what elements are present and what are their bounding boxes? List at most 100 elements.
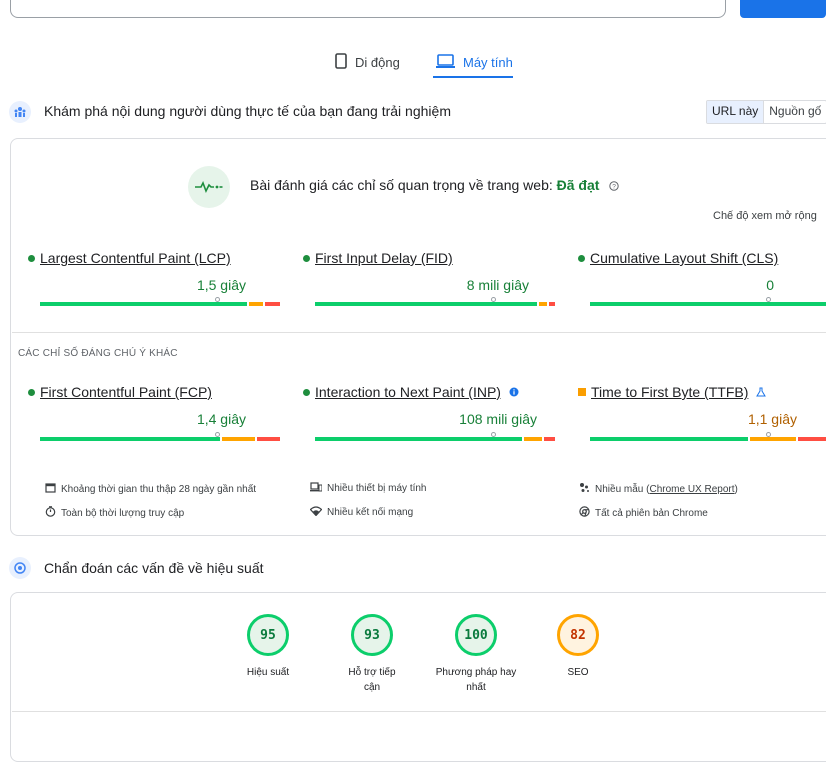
analyze-button[interactable] bbox=[740, 0, 826, 18]
timer-icon bbox=[44, 506, 56, 520]
metric-inp-name[interactable]: Interaction to Next Paint (INP) bbox=[303, 384, 519, 400]
metric-cls-bar bbox=[590, 297, 826, 306]
metric-cls-value: 0 bbox=[766, 277, 774, 293]
score-best-practices[interactable]: 100 Phương pháp hay nhất bbox=[434, 614, 518, 695]
tab-mobile[interactable]: Di động bbox=[335, 46, 400, 78]
metric-fid-needle bbox=[491, 297, 496, 302]
smartphone-icon bbox=[335, 52, 347, 72]
diagnose-heading: Chẩn đoán các vấn đề về hiệu suất bbox=[44, 560, 264, 576]
metric-ttfb-bar bbox=[590, 432, 826, 441]
metric-cls-name[interactable]: Cumulative Layout Shift (CLS) bbox=[578, 250, 778, 266]
metric-fid-label[interactable]: First Input Delay (FID) bbox=[315, 250, 453, 266]
metric-inp-needle bbox=[491, 432, 496, 437]
info-samples: Nhiều mẫu (Chrome UX Report) bbox=[578, 482, 738, 496]
metric-fcp-label[interactable]: First Contentful Paint (FCP) bbox=[40, 384, 212, 400]
url-input[interactable] bbox=[10, 0, 726, 18]
heartbeat-icon bbox=[188, 166, 230, 208]
metric-lcp-needle bbox=[215, 297, 220, 302]
score-best-practices-ring: 100 bbox=[455, 614, 497, 656]
metric-inp-bar bbox=[315, 432, 555, 441]
score-performance-ring: 95 bbox=[247, 614, 289, 656]
metric-cls-label[interactable]: Cumulative Layout Shift (CLS) bbox=[590, 250, 778, 266]
metric-ttfb-needle bbox=[766, 432, 771, 437]
info-network: Nhiều kết nối mạng bbox=[309, 506, 414, 519]
tab-desktop-label: Máy tính bbox=[463, 54, 513, 70]
info-duration: Toàn bộ thời lượng truy cập bbox=[44, 506, 184, 520]
tab-mobile-label: Di động bbox=[355, 54, 400, 70]
field-data-heading: Khám phá nội dung người dùng thực tế của… bbox=[44, 103, 451, 119]
info-network-text: Nhiều kết nối mạng bbox=[327, 507, 414, 518]
metric-fcp: First Contentful Paint (FCP) bbox=[28, 384, 212, 400]
svg-text:?: ? bbox=[613, 184, 617, 191]
devices-icon bbox=[310, 482, 323, 495]
tab-desktop[interactable]: Máy tính bbox=[436, 46, 513, 78]
laptop-icon bbox=[436, 53, 455, 71]
metric-fcp-bar bbox=[40, 432, 280, 441]
info-samples-prefix: Nhiều mẫu ( bbox=[595, 483, 650, 495]
score-seo[interactable]: 82 SEO bbox=[545, 614, 611, 680]
info-devices-text: Nhiều thiết bị máy tính bbox=[327, 483, 427, 494]
metric-fid-bar bbox=[315, 297, 555, 306]
metric-lcp-value: 1,5 giây bbox=[196, 277, 246, 293]
metric-ttfb-label[interactable]: Time to First Byte (TTFB) bbox=[591, 384, 748, 400]
score-seo-label: SEO bbox=[567, 667, 589, 678]
cwv-assessment: Bài đánh giá các chỉ số quan trọng về tr… bbox=[250, 177, 620, 194]
metric-fcp-needle bbox=[215, 432, 220, 437]
assessment-result: Đã đạt bbox=[556, 177, 600, 193]
score-accessibility-label: Hỗ trợ tiếp cận bbox=[348, 667, 396, 693]
metric-cls-needle bbox=[766, 297, 771, 302]
score-accessibility-ring: 93 bbox=[351, 614, 393, 656]
good-status-dot bbox=[28, 254, 35, 262]
metric-lcp-bar bbox=[40, 297, 280, 306]
score-performance[interactable]: 95 Hiệu suất bbox=[235, 614, 301, 680]
metric-fid: First Input Delay (FID) bbox=[303, 250, 453, 266]
average-status-square bbox=[578, 388, 586, 396]
metric-lcp-name[interactable]: Largest Contentful Paint (LCP) bbox=[28, 250, 231, 266]
wifi-icon bbox=[309, 506, 323, 519]
toggle-origin[interactable]: Nguồn gố bbox=[764, 101, 826, 123]
expand-view-toggle[interactable]: Chế độ xem mở rộng bbox=[713, 210, 817, 222]
good-status-dot bbox=[303, 254, 310, 262]
metric-ttfb-name[interactable]: Time to First Byte (TTFB) bbox=[578, 384, 767, 400]
url-origin-toggle[interactable]: URL này Nguồn gố bbox=[706, 100, 826, 124]
info-devices: Nhiều thiết bị máy tính bbox=[310, 482, 427, 495]
active-tab-indicator bbox=[433, 76, 513, 78]
score-accessibility[interactable]: 93 Hỗ trợ tiếp cận bbox=[339, 614, 405, 695]
good-status-dot bbox=[303, 388, 310, 396]
diagnose-card bbox=[10, 592, 826, 762]
other-metrics-title: CÁC CHỈ SỐ ĐÁNG CHÚ Ý KHÁC bbox=[18, 348, 178, 359]
metric-fcp-value: 1,4 giây bbox=[196, 411, 246, 427]
score-best-practices-label: Phương pháp hay nhất bbox=[435, 667, 517, 693]
info-period-text: Khoảng thời gian thu thập 28 ngày gần nh… bbox=[61, 483, 257, 495]
chrome-icon bbox=[578, 506, 590, 520]
metric-fcp-name[interactable]: First Contentful Paint (FCP) bbox=[28, 384, 212, 400]
info-versions: Tất cả phiên bản Chrome bbox=[578, 506, 708, 520]
metric-inp: Interaction to Next Paint (INP) bbox=[303, 384, 519, 400]
metric-ttfb: Time to First Byte (TTFB) bbox=[578, 384, 767, 400]
metric-inp-label[interactable]: Interaction to Next Paint (INP) bbox=[315, 384, 501, 400]
chrome-ux-report-link[interactable]: Chrome UX Report bbox=[649, 484, 734, 495]
people-icon bbox=[9, 101, 31, 123]
good-status-dot bbox=[28, 388, 35, 396]
toggle-this-url[interactable]: URL này bbox=[707, 101, 765, 123]
help-icon[interactable]: ? bbox=[609, 178, 620, 194]
metric-inp-value: 108 mili giây bbox=[459, 411, 537, 427]
metric-ttfb-value: 1,1 giây bbox=[747, 411, 797, 427]
calendar-icon bbox=[44, 482, 56, 496]
info-icon[interactable] bbox=[509, 384, 519, 400]
field-data-card bbox=[10, 138, 826, 536]
metric-fid-name[interactable]: First Input Delay (FID) bbox=[303, 250, 453, 266]
metric-lcp: Largest Contentful Paint (LCP) bbox=[28, 250, 231, 266]
info-samples-suffix: ) bbox=[734, 483, 738, 495]
score-performance-label: Hiệu suất bbox=[246, 667, 290, 678]
metrics-divider bbox=[12, 332, 826, 333]
flask-icon[interactable] bbox=[756, 384, 767, 400]
diagnose-divider bbox=[12, 711, 826, 712]
metric-cls: Cumulative Layout Shift (CLS) bbox=[578, 250, 778, 266]
good-status-dot bbox=[578, 254, 585, 262]
metric-lcp-label[interactable]: Largest Contentful Paint (LCP) bbox=[40, 250, 231, 266]
info-period: Khoảng thời gian thu thập 28 ngày gần nh… bbox=[44, 482, 256, 496]
samples-icon bbox=[578, 482, 590, 496]
metric-fid-value: 8 mili giây bbox=[466, 277, 529, 293]
info-versions-text: Tất cả phiên bản Chrome bbox=[595, 507, 708, 519]
